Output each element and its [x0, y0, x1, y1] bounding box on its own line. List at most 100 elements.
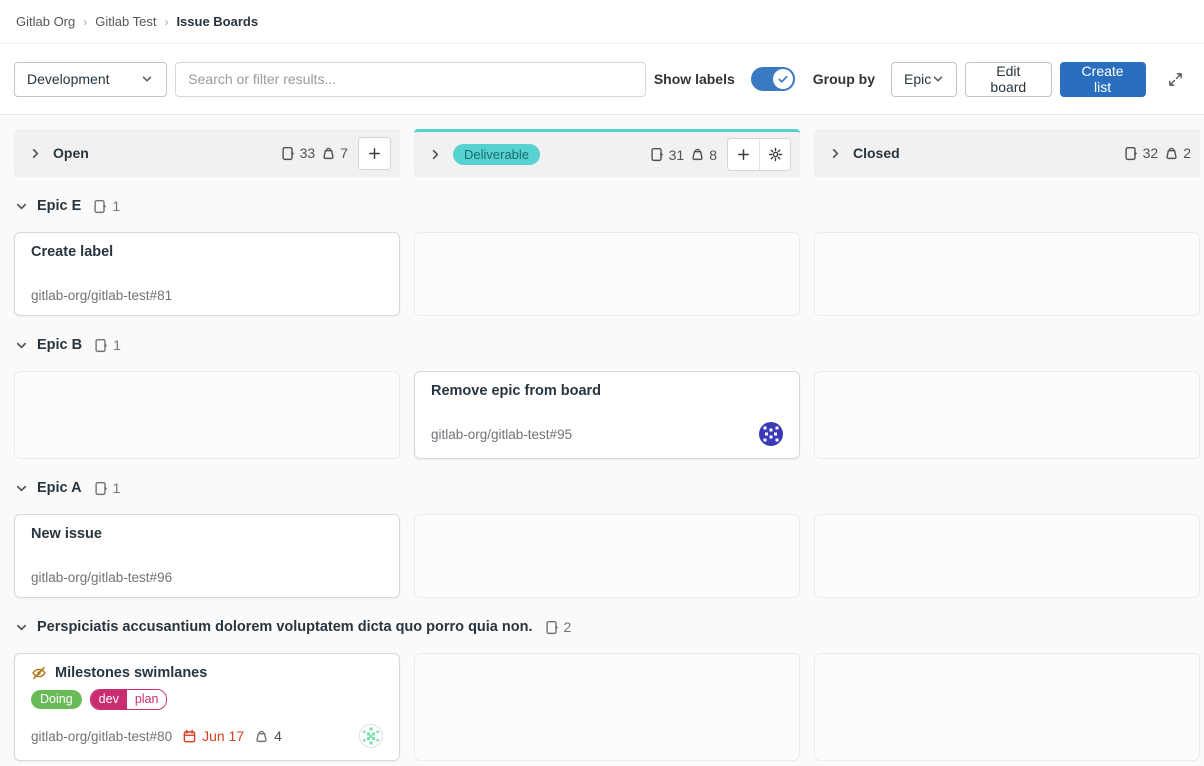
swimlane-cells: Milestones swimlanes Doing dev plan gitl… — [0, 653, 1204, 761]
card-title: Remove epic from board — [431, 383, 783, 399]
group-by-value: Epic — [904, 71, 931, 87]
card-labels: Doing dev plan — [31, 689, 383, 710]
chevron-down-icon — [931, 72, 945, 86]
create-list-button[interactable]: Create list — [1060, 62, 1146, 97]
swimlane-title[interactable]: Epic B — [37, 337, 82, 353]
swimlane-issue-count: 1 — [94, 480, 121, 496]
list-actions — [727, 138, 791, 171]
swimlane-header: Epic B 1 — [0, 332, 1204, 358]
swimlane-header: Perspiciatis accusantium dolorem volupta… — [0, 614, 1204, 640]
gear-icon — [768, 147, 783, 162]
issue-reference: gitlab-org/gitlab-test#96 — [31, 570, 172, 585]
issues-icon — [545, 620, 560, 635]
edit-board-button[interactable]: Edit board — [965, 62, 1052, 97]
board-cell-empty — [814, 232, 1200, 316]
group-by-dropdown[interactable]: Epic — [891, 62, 957, 97]
plus-icon — [367, 146, 382, 161]
issue-count: 33 — [281, 145, 316, 161]
confidential-icon — [31, 665, 47, 681]
label-dev-plan[interactable]: dev plan — [90, 689, 168, 710]
breadcrumb-separator: › — [83, 15, 87, 29]
collapse-list-icon[interactable] — [428, 147, 443, 162]
list-header-deliverable: Deliverable 31 8 — [414, 129, 800, 177]
swimlane-issue-count: 2 — [545, 619, 572, 635]
column-headers-row: Open 33 7 Deliverable — [0, 129, 1204, 177]
board-cell-empty — [414, 232, 800, 316]
weight-count-value: 2 — [1183, 145, 1191, 161]
issues-icon — [94, 338, 109, 353]
issue-count-value: 33 — [300, 145, 316, 161]
list-actions — [358, 137, 391, 170]
board-cell: Create label gitlab-org/gitlab-test#81 — [14, 232, 400, 316]
swimlane-title[interactable]: Epic A — [37, 480, 82, 496]
issues-icon — [94, 481, 109, 496]
swimlane-epic-a: Epic A 1 New issue gitlab-org/gitlab-tes… — [0, 475, 1204, 598]
weight-icon — [254, 729, 269, 744]
show-labels-toggle[interactable] — [751, 67, 795, 91]
plus-icon — [736, 147, 751, 162]
issue-count: 31 — [650, 147, 685, 163]
collapse-list-icon[interactable] — [28, 146, 43, 161]
collapse-list-icon[interactable] — [828, 146, 843, 161]
label-doing[interactable]: Doing — [31, 690, 82, 709]
breadcrumb-project[interactable]: Gitlab Test — [95, 14, 156, 29]
collapse-swimlane-icon[interactable] — [14, 620, 29, 635]
fullscreen-button[interactable] — [1162, 64, 1191, 94]
board-switcher-value: Development — [27, 71, 110, 87]
issue-card-milestones-swimlanes[interactable]: Milestones swimlanes Doing dev plan gitl… — [14, 653, 400, 761]
swimlane-epic-b: Epic B 1 Remove epic from board gitlab-o… — [0, 332, 1204, 459]
swimlane-header: Epic E 1 — [0, 193, 1204, 219]
swimlane-cells: New issue gitlab-org/gitlab-test#96 — [0, 514, 1204, 598]
swimlane-issue-count: 1 — [94, 337, 121, 353]
issue-reference: gitlab-org/gitlab-test#80 — [31, 729, 172, 744]
weight-icon — [321, 146, 336, 161]
board-cell-empty — [814, 514, 1200, 598]
collapse-swimlane-icon[interactable] — [14, 199, 29, 214]
issue-card-remove-epic[interactable]: Remove epic from board gitlab-org/gitlab… — [414, 371, 800, 459]
issue-card-create-label[interactable]: Create label gitlab-org/gitlab-test#81 — [14, 232, 400, 316]
swimlane-header: Epic A 1 — [0, 475, 1204, 501]
filter-bar[interactable] — [175, 62, 646, 97]
issue-reference: gitlab-org/gitlab-test#81 — [31, 288, 172, 303]
weight-count: 7 — [321, 145, 348, 161]
assignee-avatar[interactable] — [759, 422, 783, 446]
issue-count-value: 32 — [1143, 145, 1159, 161]
board-cell-empty — [14, 371, 400, 459]
swimlane-cells: Remove epic from board gitlab-org/gitlab… — [0, 371, 1204, 459]
board-switcher-dropdown[interactable]: Development — [14, 62, 167, 97]
swimlane-issue-count: 1 — [93, 198, 120, 214]
issue-count: 32 — [1124, 145, 1159, 161]
calendar-icon — [182, 729, 197, 744]
search-input[interactable] — [188, 71, 633, 87]
weight-icon — [690, 147, 705, 162]
breadcrumb-current-page: Issue Boards — [176, 14, 258, 29]
due-date: Jun 17 — [182, 728, 244, 744]
issues-icon — [281, 146, 296, 161]
issue-reference: gitlab-org/gitlab-test#95 — [431, 427, 572, 442]
group-by-label: Group by — [813, 71, 875, 87]
issue-count-value: 31 — [669, 147, 685, 163]
list-label-pill[interactable]: Deliverable — [453, 144, 540, 165]
issue-card-new-issue[interactable]: New issue gitlab-org/gitlab-test#96 — [14, 514, 400, 598]
show-labels-label: Show labels — [654, 71, 735, 87]
card-weight-value: 4 — [274, 728, 282, 744]
board-cell: Milestones swimlanes Doing dev plan gitl… — [14, 653, 400, 761]
swimlane-title[interactable]: Perspiciatis accusantium dolorem volupta… — [37, 619, 533, 635]
board-cell-empty — [814, 653, 1200, 761]
board-cell-empty — [814, 371, 1200, 459]
issues-icon — [93, 199, 108, 214]
assignee-avatar[interactable] — [359, 724, 383, 748]
card-weight: 4 — [254, 728, 282, 744]
swimlane-title[interactable]: Epic E — [37, 198, 81, 214]
collapse-swimlane-icon[interactable] — [14, 338, 29, 353]
add-issue-button[interactable] — [728, 139, 759, 170]
breadcrumb-group[interactable]: Gitlab Org — [16, 14, 75, 29]
list-header-closed: Closed 32 2 — [814, 129, 1200, 177]
weight-count: 8 — [690, 147, 717, 163]
list-settings-button[interactable] — [759, 139, 790, 170]
weight-count-value: 7 — [340, 145, 348, 161]
scoped-label-key: dev — [91, 690, 127, 709]
add-issue-button[interactable] — [359, 138, 390, 169]
toggle-knob — [773, 69, 793, 89]
collapse-swimlane-icon[interactable] — [14, 481, 29, 496]
